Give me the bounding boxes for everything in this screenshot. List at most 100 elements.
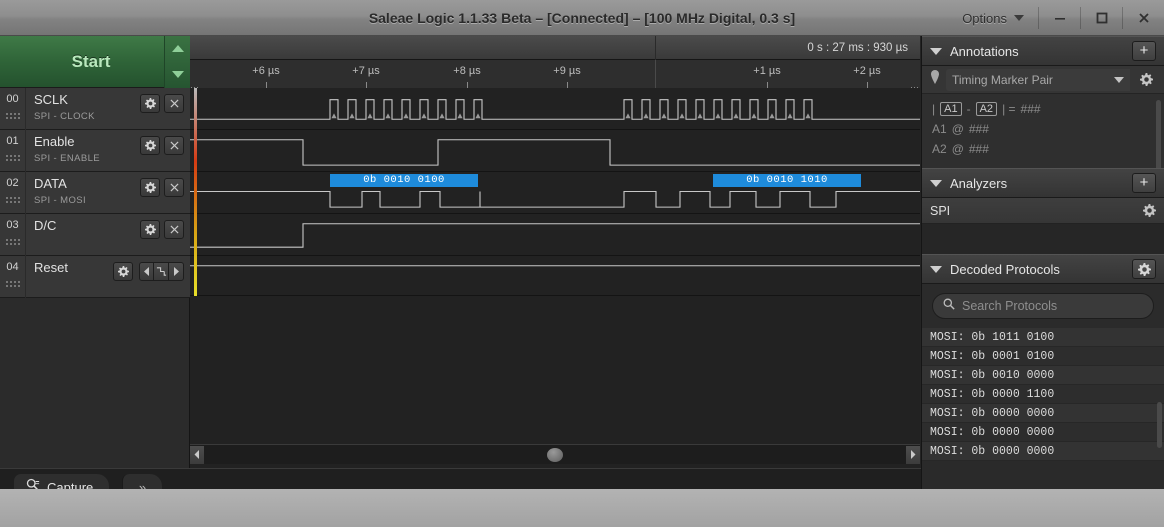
capture-time-label: 0 s : 27 ms : 930 µs — [807, 42, 908, 54]
drag-grip-icon[interactable] — [5, 154, 21, 163]
minimize-button[interactable] — [1039, 0, 1080, 36]
search-protocols-input[interactable] — [962, 299, 1143, 313]
close-button[interactable] — [1123, 0, 1164, 36]
add-annotation-button[interactable]: + — [1132, 41, 1156, 61]
drag-grip-icon[interactable] — [5, 238, 21, 247]
delta-prefix: | — [932, 102, 936, 116]
gear-icon[interactable] — [140, 220, 160, 239]
list-item[interactable]: MOSI: 0b 0010 0000 — [922, 366, 1164, 385]
marker-a1-label: A1 — [932, 122, 947, 136]
list-item[interactable]: MOSI: 0b 0000 0000 — [922, 404, 1164, 423]
start-button[interactable]: Start — [0, 52, 164, 72]
decoded-bus-label[interactable]: 0b 0010 1010 — [713, 174, 861, 187]
horizontal-scrollbar[interactable] — [190, 444, 920, 464]
close-icon[interactable] — [164, 136, 184, 155]
decoded-protocols-list[interactable]: MOSI: 0b 1011 0100 MOSI: 0b 0001 0100 MO… — [922, 328, 1164, 461]
options-button[interactable]: Options — [948, 0, 1038, 36]
tick-label: +9 µs — [553, 65, 581, 77]
waveform-row-enable[interactable] — [190, 130, 920, 172]
waveform-row-sclk[interactable] — [190, 88, 920, 130]
gear-icon[interactable] — [140, 178, 160, 197]
gear-icon[interactable] — [113, 262, 133, 281]
trigger-line — [194, 88, 197, 296]
chevron-down-icon — [1114, 76, 1124, 83]
analyzers-header[interactable]: Analyzers + — [922, 168, 1164, 198]
waveform-row-reset[interactable] — [190, 256, 920, 296]
marker-type-select[interactable]: Timing Marker Pair — [946, 68, 1130, 91]
channel-role: SPI - ENABLE — [34, 153, 101, 164]
analyzers-title: Analyzers — [950, 175, 1008, 191]
edge-step-icon[interactable] — [154, 262, 169, 281]
channel-index: 03 — [0, 214, 26, 256]
list-item[interactable]: MOSI: 0b 0000 0000 — [922, 423, 1164, 442]
tick-label: +1 µs — [753, 65, 781, 77]
decoded-protocols-header[interactable]: Decoded Protocols — [922, 254, 1164, 284]
waveform-reset — [190, 265, 920, 267]
waveform-row-dc[interactable] — [190, 214, 920, 256]
channel-name: SCLK — [34, 92, 68, 107]
start-stepper[interactable] — [164, 35, 190, 88]
close-icon[interactable] — [164, 220, 184, 239]
marker-a2-badge[interactable]: A2 — [975, 102, 998, 116]
at-symbol: @ — [951, 142, 964, 156]
chevron-down-icon — [1014, 15, 1024, 21]
analyzer-item-spi[interactable]: SPI — [922, 198, 1164, 224]
channel-row-enable[interactable]: 01 Enable SPI - ENABLE — [0, 130, 190, 172]
arrow-down-icon — [171, 71, 184, 78]
channel-row-dc[interactable]: 03 D/C — [0, 214, 190, 256]
channel-index: 01 — [0, 130, 26, 172]
title-bar: Saleae Logic 1.1.33 Beta – [Connected] –… — [0, 0, 1164, 36]
close-icon[interactable] — [164, 178, 184, 197]
annotations-header[interactable]: Annotations + — [922, 36, 1164, 66]
previous-edge-icon[interactable] — [139, 262, 154, 281]
scroll-track[interactable] — [204, 445, 906, 465]
decoded-bus-label[interactable]: 0b 0010 0100 — [330, 174, 478, 187]
scroll-thumb[interactable] — [547, 447, 563, 462]
scroll-left-icon[interactable] — [190, 445, 204, 464]
delta-value: ### — [1020, 102, 1041, 116]
list-item[interactable]: MOSI: 0b 1011 0100 — [922, 328, 1164, 347]
drag-grip-icon[interactable] — [5, 112, 21, 121]
list-item[interactable]: MOSI: 0b 0001 0100 — [922, 347, 1164, 366]
at-symbol: @ — [951, 122, 964, 136]
marker-settings-gear-icon[interactable] — [1136, 70, 1156, 90]
gear-icon[interactable] — [140, 136, 160, 155]
channel-name: D/C — [34, 218, 57, 233]
channel-index: 02 — [0, 172, 26, 214]
close-icon[interactable] — [164, 94, 184, 113]
scroll-right-icon[interactable] — [906, 445, 920, 464]
marker-type-label: Timing Marker Pair — [952, 72, 1053, 87]
channel-actions — [140, 178, 184, 197]
add-analyzer-button[interactable]: + — [1132, 173, 1156, 193]
maximize-button[interactable] — [1081, 0, 1122, 36]
list-item[interactable]: MOSI: 0b 0000 0000 — [922, 442, 1164, 461]
channel-row-data[interactable]: 02 DATA SPI - MOSI — [0, 172, 190, 214]
collapse-triangle-icon[interactable] — [930, 265, 942, 273]
start-bar: Start — [0, 35, 190, 88]
list-item[interactable]: MOSI: 0b 0000 1100 — [922, 385, 1164, 404]
gear-icon[interactable] — [140, 94, 160, 113]
annotations-scrollbar[interactable] — [1156, 100, 1161, 172]
waveform-row-data[interactable]: 0b 0010 0100 0b 0010 1010 — [190, 172, 920, 214]
channel-index: 04 — [0, 256, 26, 298]
marker-a1-badge[interactable]: A1 — [940, 102, 962, 116]
channel-name: Enable — [34, 134, 75, 149]
search-protocols-box[interactable] — [932, 293, 1154, 319]
protocol-list-scrollbar[interactable] — [1157, 402, 1162, 448]
next-edge-icon[interactable] — [169, 262, 184, 281]
collapse-triangle-icon[interactable] — [930, 179, 942, 187]
decoded-protocols-gear-icon[interactable] — [1132, 259, 1156, 279]
channel-row-sclk[interactable]: 00 SCLK SPI - CLOCK — [0, 88, 190, 130]
waveform-enable — [190, 139, 920, 166]
channel-actions — [140, 136, 184, 155]
window-controls: Options — [948, 0, 1164, 36]
marker-a1-value: ### — [968, 122, 989, 136]
marker-type-row: Timing Marker Pair — [922, 66, 1164, 94]
channel-actions — [140, 94, 184, 113]
drag-grip-icon[interactable] — [5, 196, 21, 205]
collapse-triangle-icon[interactable] — [930, 47, 942, 55]
drag-grip-icon[interactable] — [5, 280, 21, 289]
arrow-up-icon — [171, 45, 184, 52]
analyzer-gear-icon[interactable] — [1143, 204, 1156, 217]
channel-row-reset[interactable]: 04 Reset — [0, 256, 190, 298]
